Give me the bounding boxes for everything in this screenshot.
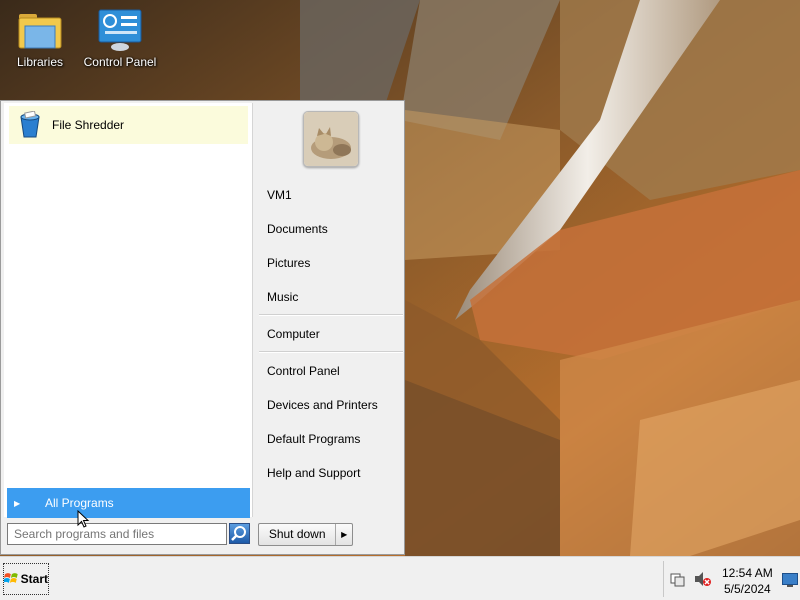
start-menu-help-support[interactable]: Help and Support [267,466,360,480]
mouse-cursor-icon [77,510,90,528]
menu-separator [259,351,403,353]
libraries-folder-icon [18,14,62,49]
start-menu-documents[interactable]: Documents [267,222,328,236]
start-search [7,522,250,546]
shutdown-button-group: Shut down ▶ [258,523,353,546]
volume-muted-icon[interactable] [694,571,712,587]
start-menu-music[interactable]: Music [267,290,298,304]
start-button[interactable]: Start [3,563,49,595]
desktop-icon-control-panel[interactable]: Control Panel [80,6,160,69]
start-menu-places-pane: VM1 Documents Pictures Music Computer Co… [255,103,403,517]
show-desktop-icon[interactable] [782,573,798,587]
windows-logo-icon [4,573,18,583]
start-menu-control-panel[interactable]: Control Panel [267,364,340,378]
shutdown-options-arrow-icon[interactable]: ▶ [336,524,352,545]
desktop-icon-label: Libraries [16,55,64,69]
search-icon [231,526,246,541]
chevron-right-icon: ▶ [14,498,21,508]
start-menu-computer[interactable]: Computer [267,327,320,341]
start-menu-item-label: File Shredder [52,118,125,132]
cat-avatar-icon [304,112,358,166]
start-menu-item-file-shredder[interactable]: File Shredder [9,106,248,144]
clock-date[interactable]: 5/5/2024 [724,582,771,596]
control-panel-icon [98,9,142,51]
start-menu-pictures[interactable]: Pictures [267,256,310,270]
system-tray: 12:54 AM 5/5/2024 [663,561,800,597]
search-button[interactable] [229,523,250,544]
file-shredder-icon [20,111,40,138]
start-menu-programs-pane: File Shredder [4,103,253,517]
start-menu: File Shredder ▶ All Programs VM1 [0,100,405,555]
all-programs-label: All Programs [45,496,114,510]
start-menu-default-programs[interactable]: Default Programs [267,432,360,446]
clock-time[interactable]: 12:54 AM [722,566,773,580]
start-menu-user-folder[interactable]: VM1 [267,188,292,202]
menu-separator [259,314,403,316]
action-center-icon[interactable] [670,571,686,587]
taskbar: Start 12:54 AM 5/5/2024 [0,556,800,600]
search-input[interactable] [7,523,227,545]
start-button-label: Start [20,572,48,586]
start-menu-devices-printers[interactable]: Devices and Printers [267,398,378,412]
all-programs-button[interactable]: ▶ All Programs [7,488,250,518]
desktop-icon-libraries[interactable]: Libraries [0,6,80,69]
shutdown-button[interactable]: Shut down [259,524,337,545]
user-avatar[interactable] [303,111,359,167]
desktop-icon-label: Control Panel [83,55,157,69]
